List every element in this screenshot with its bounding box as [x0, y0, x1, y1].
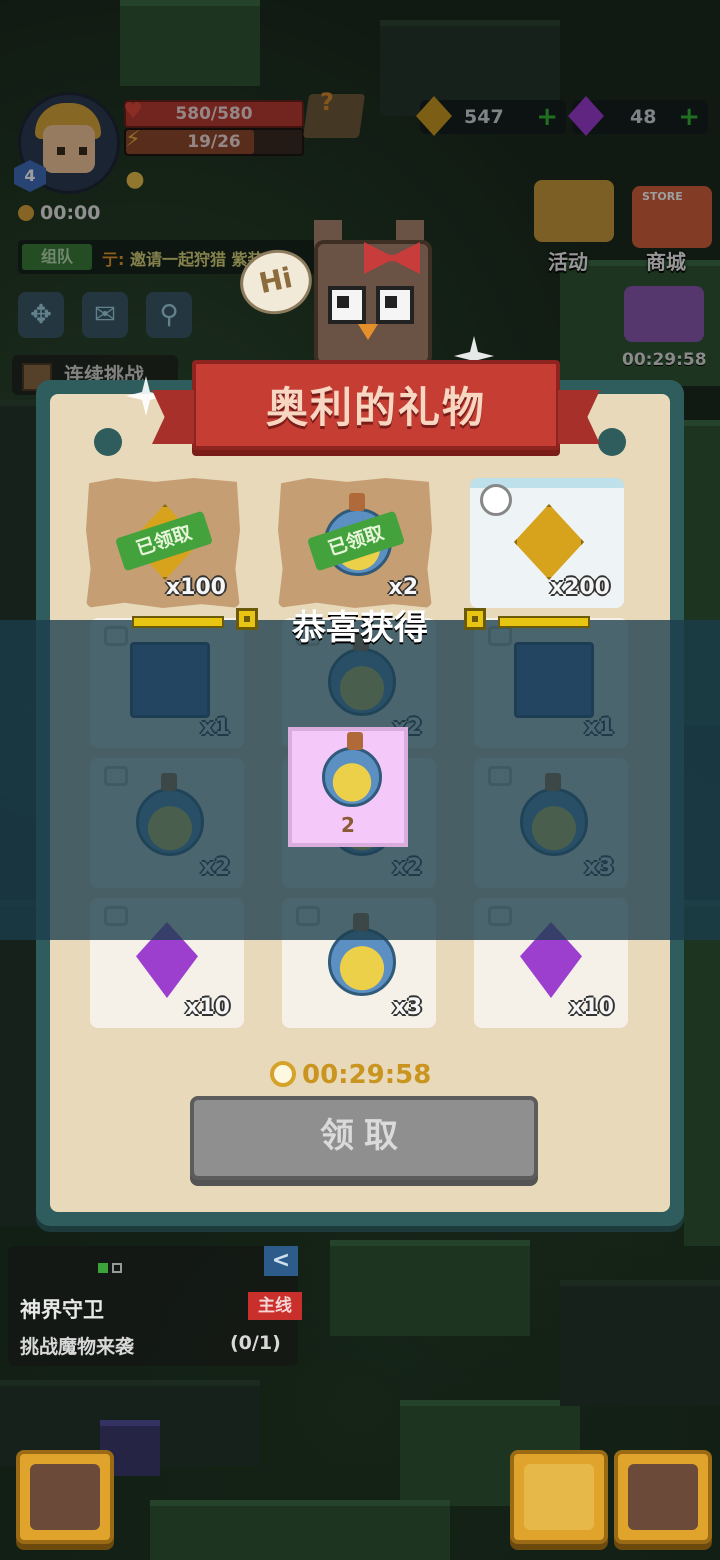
- reward-card: 已领取 x2: [278, 478, 432, 608]
- modal-title: 奥利的礼物: [265, 383, 486, 432]
- quest-page-dots: [98, 1258, 126, 1277]
- potion-icon: [322, 732, 382, 807]
- clock-icon: [480, 484, 512, 516]
- reward-count: x10: [569, 995, 614, 1020]
- collapse-quest-button[interactable]: <: [264, 1246, 298, 1276]
- pet-button[interactable]: [510, 1450, 608, 1544]
- quest-tracker[interactable]: < 神界守卫 主线 挑战魔物来袭 (0/1): [8, 1246, 302, 1366]
- banner-decoration: [464, 608, 486, 630]
- banner-decoration: [132, 616, 224, 628]
- banner-decoration: [498, 616, 590, 628]
- banner-decoration: [236, 608, 258, 630]
- quest-title: 神界守卫: [20, 1298, 104, 1322]
- pet-icon: [524, 1464, 594, 1530]
- reward-count: x3: [392, 995, 423, 1020]
- forge-hammer-button[interactable]: [16, 1450, 114, 1544]
- reward-count: x2: [388, 575, 419, 600]
- reward-popup-title: 恭喜获得: [292, 608, 428, 648]
- reward-count: x10: [185, 995, 230, 1020]
- modal-title-ribbon: 奥利的礼物: [192, 360, 560, 450]
- reward-card[interactable]: x200: [470, 478, 624, 608]
- reward-card: 已领取 x100: [86, 478, 240, 608]
- main-quest-tag: 主线: [248, 1292, 302, 1320]
- obtained-item: 2: [288, 727, 408, 847]
- obtained-item-count: 2: [341, 813, 355, 837]
- backpack-button[interactable]: [614, 1450, 712, 1544]
- reward-count: x200: [549, 575, 610, 600]
- clock-icon: [270, 1061, 296, 1087]
- owl-mascot: [304, 220, 434, 366]
- hammer-icon: [30, 1464, 100, 1530]
- backpack-icon: [628, 1464, 698, 1530]
- quest-progress: (0/1): [230, 1332, 281, 1354]
- reward-count: x100: [165, 575, 226, 600]
- quest-description: 挑战魔物来袭: [20, 1336, 135, 1358]
- claim-button[interactable]: 领取: [190, 1096, 538, 1180]
- claim-countdown: 00:29:58: [270, 1060, 431, 1090]
